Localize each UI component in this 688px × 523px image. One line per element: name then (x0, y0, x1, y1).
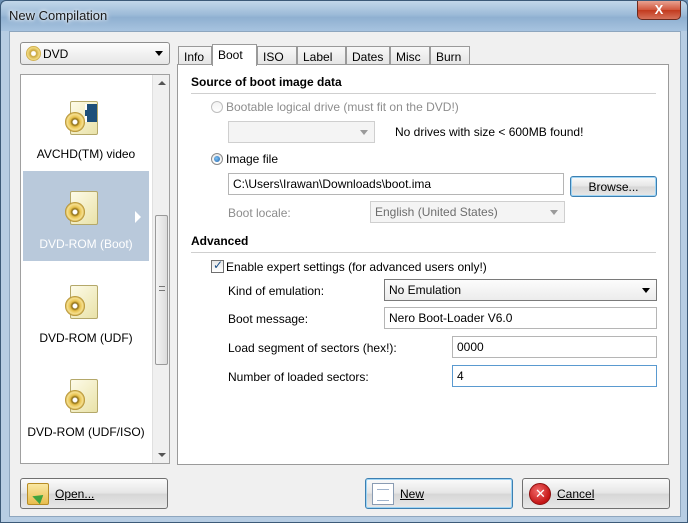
boot-message-input[interactable]: Nero Boot-Loader V6.0 (384, 307, 657, 329)
selection-arrow-icon (135, 211, 141, 223)
new-page-icon (372, 483, 394, 505)
open-button[interactable]: Open... (20, 478, 168, 509)
divider (191, 252, 656, 253)
disc-type-value: DVD (43, 47, 69, 61)
new-compilation-window: New Compilation X DVD AVCHD(TM) video DV… (0, 0, 688, 523)
bootable-logical-drive-radio[interactable] (211, 101, 223, 113)
advanced-heading: Advanced (191, 234, 249, 248)
no-drives-message: No drives with size < 600MB found! (395, 125, 584, 139)
dvd-disc-icon (26, 46, 41, 61)
loaded-sectors-input[interactable]: 4 (452, 365, 657, 387)
list-item-label: DVD-ROM (UDF) (39, 331, 133, 345)
dvd-rom-udf-iso-icon (65, 379, 98, 413)
scrollbar-thumb[interactable] (155, 215, 168, 365)
tab-misc[interactable]: Misc (390, 46, 430, 65)
open-folder-icon (27, 483, 49, 505)
boot-locale-select[interactable]: English (United States) (370, 201, 565, 223)
new-button[interactable]: New (365, 478, 513, 509)
expert-settings-checkbox[interactable]: ✓ (211, 258, 224, 273)
emulation-value: No Emulation (389, 283, 462, 297)
cancel-button[interactable]: Cancel (522, 478, 670, 509)
list-item-dvd-rom-udf-iso[interactable]: DVD-ROM (UDF/ISO) (23, 359, 149, 449)
load-segment-label: Load segment of sectors (hex!): (228, 341, 397, 355)
chevron-down-icon (360, 130, 368, 135)
dvd-rom-boot-icon (65, 191, 98, 225)
bootable-logical-drive-label: Bootable logical drive (must fit on the … (226, 100, 459, 114)
new-button-label: New (400, 487, 425, 501)
boot-tab-panel: Source of boot image data Bootable logic… (177, 64, 669, 465)
list-item-avchd[interactable]: AVCHD(TM) video (23, 81, 149, 171)
close-icon: X (654, 2, 664, 17)
browse-button[interactable]: Browse... (570, 176, 657, 197)
window-title: New Compilation (9, 8, 108, 23)
boot-message-label: Boot message: (228, 312, 309, 326)
scroll-up-icon[interactable] (158, 81, 166, 85)
load-segment-input[interactable]: 0000 (452, 336, 657, 358)
list-item-dvd-rom-udf[interactable]: DVD-ROM (UDF) (23, 265, 149, 355)
compilation-type-list[interactable]: AVCHD(TM) video DVD-ROM (Boot) DVD-ROM (… (20, 74, 170, 464)
chevron-down-icon (642, 288, 650, 293)
dialog-client-area: DVD AVCHD(TM) video DVD-ROM (Boot) DVD-R… (9, 31, 681, 517)
tab-burn[interactable]: Burn (430, 46, 470, 65)
dvd-rom-udf-icon (65, 285, 98, 319)
tab-boot[interactable]: Boot (212, 44, 257, 66)
cancel-icon (529, 483, 551, 505)
image-file-radio[interactable] (211, 153, 223, 165)
scroll-down-icon[interactable] (158, 453, 166, 457)
tab-dates[interactable]: Dates (346, 46, 390, 65)
logical-drive-select[interactable] (228, 121, 375, 143)
chevron-down-icon (550, 210, 558, 215)
boot-locale-value: English (United States) (375, 205, 498, 219)
expert-settings-label: Enable expert settings (for advanced use… (226, 260, 487, 274)
open-button-label: Open... (55, 487, 95, 501)
title-bar: New Compilation X (1, 1, 687, 31)
divider (191, 93, 656, 94)
list-item-label: AVCHD(TM) video (36, 147, 136, 161)
tab-label[interactable]: Label (297, 46, 346, 65)
emulation-label: Kind of emulation: (228, 284, 325, 298)
list-item-label: DVD-ROM (UDF/ISO) (27, 425, 145, 439)
list-item-label: DVD-ROM (Boot) (39, 237, 133, 251)
list-scrollbar[interactable] (152, 75, 169, 463)
emulation-select[interactable]: No Emulation (384, 279, 657, 301)
chevron-down-icon (155, 51, 163, 56)
close-button[interactable]: X (637, 1, 681, 20)
image-file-path-input[interactable]: C:\Users\Irawan\Downloads\boot.ima (228, 173, 564, 195)
source-heading: Source of boot image data (191, 75, 342, 89)
tab-info[interactable]: Info (178, 46, 212, 65)
avchd-video-icon (65, 101, 98, 135)
disc-type-select[interactable]: DVD (20, 42, 170, 65)
boot-locale-label: Boot locale: (228, 206, 291, 220)
loaded-sectors-label: Number of loaded sectors: (228, 370, 369, 384)
image-file-label: Image file (226, 152, 279, 166)
list-item-dvd-rom-boot[interactable]: DVD-ROM (Boot) (23, 171, 149, 261)
cancel-button-label: Cancel (557, 487, 595, 501)
tab-iso[interactable]: ISO (257, 46, 297, 65)
